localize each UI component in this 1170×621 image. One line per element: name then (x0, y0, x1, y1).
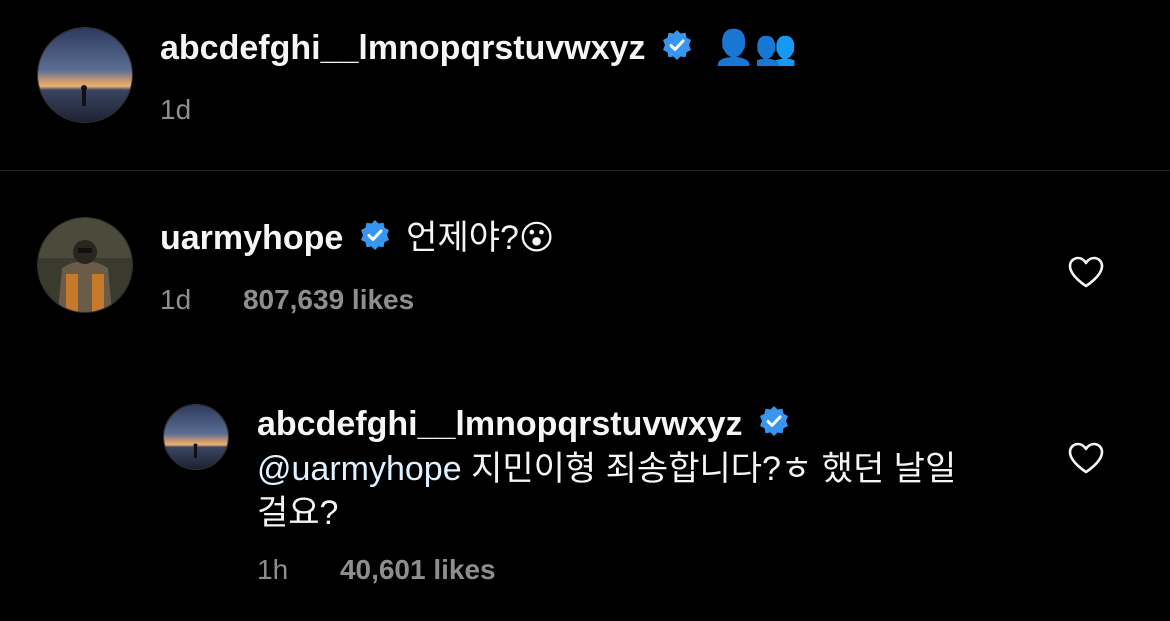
reply-text-continued: 걸요? (257, 494, 339, 532)
comment-text: 언제야? (406, 219, 519, 257)
caption-time: 1d (160, 94, 192, 125)
reply-mention-link[interactable]: @uarmyhope (257, 450, 462, 488)
verified-badge-icon (661, 26, 693, 74)
comment-time: 1d (160, 284, 192, 315)
reply-text-line-2: 걸요? (257, 490, 338, 536)
reply-like-heart-icon[interactable] (1067, 441, 1105, 480)
divider (0, 170, 1170, 171)
reply-meta: 1h 40,601 likes (257, 554, 496, 586)
verified-badge-icon (758, 402, 790, 450)
comment-likes[interactable]: 807,639 likes (243, 284, 414, 315)
caption-username[interactable]: abcdefghi__lmnopqrstuvwxyz (160, 29, 646, 67)
caption-avatar[interactable] (37, 27, 133, 123)
reply-avatar[interactable] (163, 404, 229, 470)
reply-header: abcdefghi__lmnopqrstuvwxyz (257, 400, 790, 450)
comment-header: uarmyhope 언제야?😮 (160, 214, 554, 264)
comment-emoji: 😮 (518, 219, 555, 257)
reply-text: 지민이형 죄송합니다?ㅎ 했던 날일 (461, 450, 957, 488)
reply-likes[interactable]: 40,601 likes (340, 554, 496, 585)
caption-header: abcdefghi__lmnopqrstuvwxyz 👤👥 (160, 24, 797, 74)
reply-text-line-1: @uarmyhope 지민이형 죄송합니다?ㅎ 했던 날일 (257, 446, 956, 492)
caption-meta: 1d (160, 94, 191, 126)
caption-emoji: 👤👥 (712, 29, 798, 67)
comment-meta: 1d 807,639 likes (160, 284, 414, 316)
reply-username[interactable]: abcdefghi__lmnopqrstuvwxyz (257, 405, 743, 443)
reply-time: 1h (257, 554, 289, 585)
comment-avatar[interactable] (37, 217, 133, 313)
comment-username[interactable]: uarmyhope (160, 219, 343, 257)
verified-badge-icon (359, 216, 391, 264)
comment-like-heart-icon[interactable] (1067, 255, 1105, 294)
